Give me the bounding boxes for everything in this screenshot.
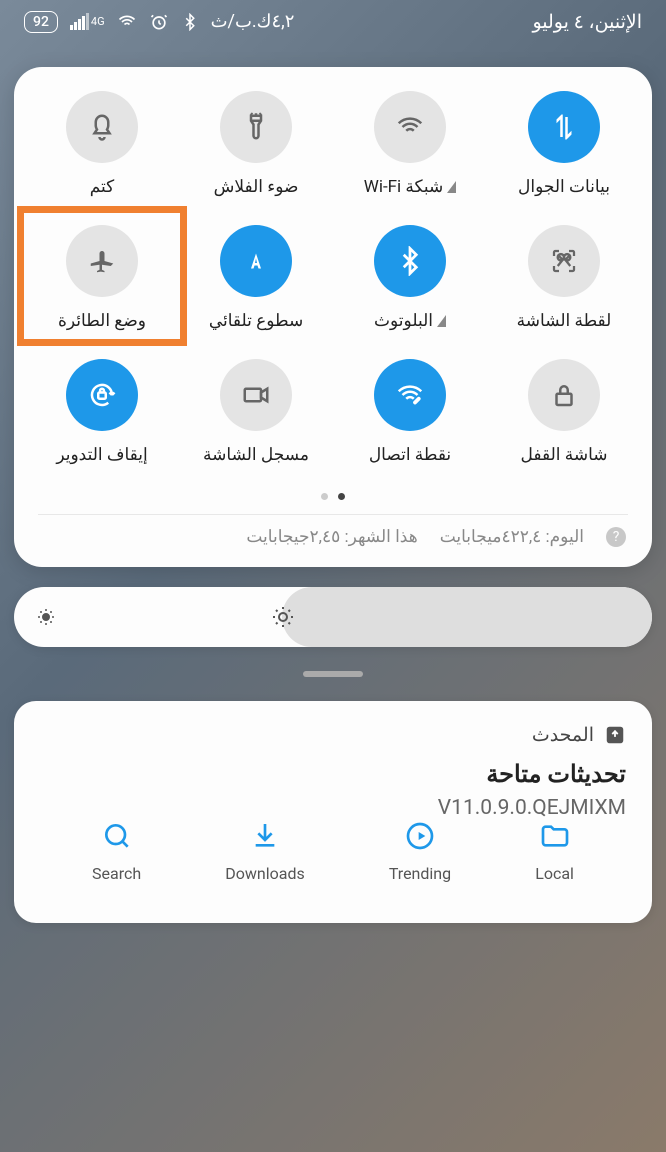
- tile-label: نقطة اتصال: [369, 445, 451, 465]
- notif-version: V11.0.9.0.QEJMIXM: [40, 796, 626, 820]
- auto-brightness-icon: [220, 225, 292, 297]
- tile-wifi[interactable]: شبكة Wi-Fi: [340, 91, 480, 197]
- drag-handle[interactable]: [303, 671, 363, 677]
- tile-label: لقطة الشاشة: [517, 311, 612, 331]
- data-rate: ٤,٢ك.ب/ث: [211, 11, 295, 32]
- trending-icon: [404, 820, 436, 856]
- usage-month: هذا الشهر: ٢,٤٥جيجابايت: [246, 527, 417, 547]
- status-date: الإثنين، ٤ يوليو: [532, 10, 642, 33]
- hotspot-icon: [374, 359, 446, 431]
- wifi-status-icon: [117, 12, 137, 32]
- tile-mute[interactable]: كتم: [32, 91, 172, 197]
- tile-label: البلوتوث: [374, 311, 446, 331]
- bottom-trending[interactable]: Trending: [389, 820, 451, 883]
- tile-bluetooth[interactable]: البلوتوث: [340, 225, 480, 331]
- notif-title: تحديثات متاحة: [40, 760, 626, 788]
- tile-label: كتم: [90, 177, 115, 197]
- notif-app-name: المحدث: [532, 723, 594, 746]
- alarm-status-icon: [149, 12, 169, 32]
- screen-record-icon: [220, 359, 292, 431]
- tile-lock-screen[interactable]: شاشة القفل: [494, 359, 634, 465]
- battery-indicator: 92: [24, 11, 58, 33]
- downloads-icon: [249, 820, 281, 856]
- mute-icon: [66, 91, 138, 163]
- tile-label: شاشة القفل: [521, 445, 608, 465]
- usage-today: اليوم: ٤٢٢,٤ميجابايت: [440, 527, 584, 547]
- page-indicator: [32, 493, 634, 500]
- tile-screen-record[interactable]: مسجل الشاشة: [186, 359, 326, 465]
- bottom-downloads[interactable]: Downloads: [225, 820, 304, 883]
- search-icon: [101, 820, 133, 856]
- tile-label: بيانات الجوال: [518, 177, 610, 197]
- bluetooth-icon: [374, 225, 446, 297]
- tile-label: مسجل الشاشة: [203, 445, 309, 465]
- updater-icon: [604, 724, 626, 746]
- bluetooth-status-icon: [181, 13, 199, 31]
- wifi-icon: [374, 91, 446, 163]
- lock-screen-icon: [528, 359, 600, 431]
- brightness-slider[interactable]: [14, 587, 652, 647]
- auto-brightness-icon[interactable]: [34, 605, 58, 629]
- tile-screenshot[interactable]: لقطة الشاشة: [494, 225, 634, 331]
- mobile-data-icon: [528, 91, 600, 163]
- flashlight-icon: [220, 91, 292, 163]
- tile-mobile-data[interactable]: بيانات الجوال: [494, 91, 634, 197]
- tile-label: سطوع تلقائي: [209, 311, 303, 331]
- rotation-lock-icon: [66, 359, 138, 431]
- tile-label: إيقاف التدوير: [56, 445, 147, 465]
- bottom-search[interactable]: Search: [92, 820, 141, 883]
- quick-settings-panel: بيانات الجوال شبكة Wi-Fi ضوء الفلاش كتم لقطة…: [14, 67, 652, 567]
- tile-rotation-lock[interactable]: إيقاف التدوير: [32, 359, 172, 465]
- updater-notification[interactable]: المحدث تحديثات متاحة V11.0.9.0.QEJMIXM S…: [14, 701, 652, 923]
- signal-icon: [70, 13, 89, 30]
- tile-airplane[interactable]: وضع الطائرة: [32, 225, 172, 331]
- bottom-local[interactable]: Local: [535, 820, 574, 883]
- tile-flashlight[interactable]: ضوء الفلاش: [186, 91, 326, 197]
- tile-auto-brightness[interactable]: سطوع تلقائي: [186, 225, 326, 331]
- tile-hotspot[interactable]: نقطة اتصال: [340, 359, 480, 465]
- status-left: 92 4G ٤,٢ك.ب/ث: [24, 11, 294, 33]
- brightness-icon: [271, 605, 295, 629]
- data-usage-row[interactable]: ? اليوم: ٤٢٢,٤ميجابايت هذا الشهر: ٢,٤٥جي…: [32, 527, 634, 553]
- tile-label: ضوء الفلاش: [214, 177, 299, 197]
- screenshot-icon: [528, 225, 600, 297]
- status-bar: 92 4G ٤,٢ك.ب/ث الإثنين، ٤ يوليو: [0, 0, 666, 39]
- local-icon: [539, 820, 571, 856]
- tile-label: شبكة Wi-Fi: [364, 177, 457, 197]
- help-icon[interactable]: ?: [606, 527, 626, 547]
